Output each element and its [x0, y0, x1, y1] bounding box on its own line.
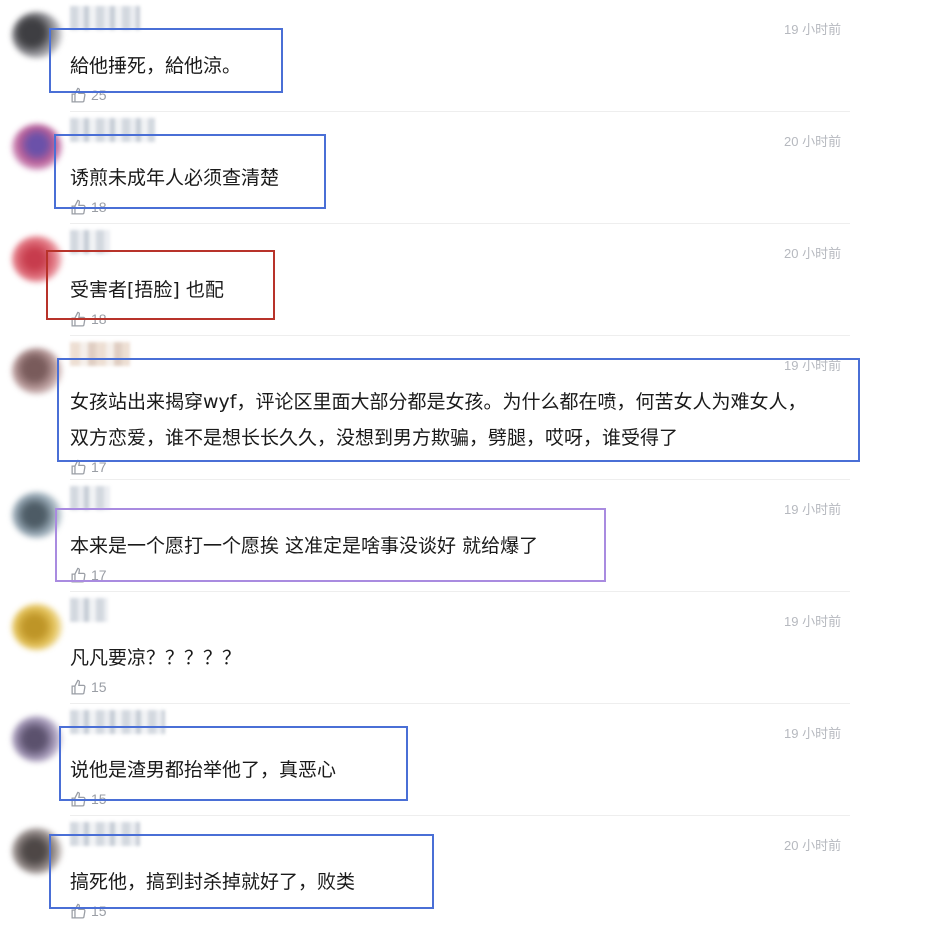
thumbs-up-icon	[71, 311, 86, 327]
avatar[interactable]	[12, 348, 62, 394]
comment-item: 20 小时前 受害者[捂脸] 也配 18	[0, 224, 925, 336]
comment-text: 凡凡要凉？？？？？	[70, 647, 242, 669]
username[interactable]	[70, 6, 140, 30]
comment-time: 20 小时前	[784, 246, 842, 261]
comment-text: 給他捶死，給他涼。	[70, 55, 242, 77]
avatar[interactable]	[12, 12, 62, 58]
thumbs-up-icon	[71, 567, 86, 583]
comment-time: 19 小时前	[784, 726, 842, 741]
thumbs-up-icon	[71, 199, 86, 215]
avatar[interactable]	[12, 236, 62, 282]
like-count: 25	[91, 87, 107, 103]
username[interactable]	[70, 598, 108, 622]
comment-text: 受害者[捂脸] 也配	[70, 279, 224, 301]
comment-item: 19 小时前 说他是渣男都抬举他了，真恶心 15	[0, 704, 925, 816]
thumbs-up-icon	[71, 679, 86, 695]
comment-text: 本来是一个愿打一个愿挨 这准定是啥事没谈好 就给爆了	[70, 535, 539, 557]
comment-time: 19 小时前	[784, 502, 842, 517]
like-button[interactable]: 17	[70, 458, 107, 476]
comment-time: 19 小时前	[784, 358, 842, 373]
comment-text: 说他是渣男都抬举他了，真恶心	[70, 759, 337, 781]
username[interactable]	[70, 118, 155, 142]
comment-text-line: 女孩站出来揭穿wyf，评论区里面大部分都是女孩。为什么都在喷，何苦女人为难女人，	[70, 391, 807, 413]
comment-item: 20 小时前 诱煎未成年人必须查清楚 18	[0, 112, 925, 224]
like-count: 18	[91, 311, 107, 327]
comment-item: 19 小时前 給他捶死，給他涼。 25	[0, 0, 925, 112]
like-count: 15	[91, 791, 107, 807]
thumbs-up-icon	[71, 791, 86, 807]
like-count: 17	[91, 567, 107, 583]
comment-item: 20 小时前 搞死他，搞到封杀掉就好了，败类 15	[0, 816, 925, 925]
avatar[interactable]	[12, 828, 62, 874]
comment-text: 诱煎未成年人必须查清楚	[70, 167, 280, 189]
comment-time: 19 小时前	[784, 614, 842, 629]
username[interactable]	[70, 486, 110, 510]
comment-text-line: 双方恋爱，谁不是想长长久久，没想到男方欺骗，劈腿，哎呀，谁受得了	[70, 427, 679, 449]
username[interactable]	[70, 342, 130, 366]
like-button[interactable]: 18	[70, 310, 107, 328]
like-button[interactable]: 25	[70, 86, 107, 104]
like-button[interactable]: 17	[70, 566, 107, 584]
thumbs-up-icon	[71, 87, 86, 103]
thumbs-up-icon	[71, 903, 86, 919]
avatar[interactable]	[12, 716, 62, 762]
comment-time: 20 小时前	[784, 838, 842, 853]
avatar[interactable]	[12, 492, 62, 538]
like-button[interactable]: 15	[70, 678, 107, 696]
like-count: 15	[91, 903, 107, 919]
like-count: 15	[91, 679, 107, 695]
comment-text: 女孩站出来揭穿wyf，评论区里面大部分都是女孩。为什么都在喷，何苦女人为难女人，…	[70, 384, 865, 456]
comment-time: 19 小时前	[784, 22, 842, 37]
like-count: 17	[91, 459, 107, 475]
username[interactable]	[70, 822, 140, 846]
comment-time: 20 小时前	[784, 134, 842, 149]
username[interactable]	[70, 230, 110, 254]
like-count: 18	[91, 199, 107, 215]
like-button[interactable]: 18	[70, 198, 107, 216]
comment-item: 19 小时前 凡凡要凉？？？？？ 15	[0, 592, 925, 704]
avatar[interactable]	[12, 604, 62, 650]
comment-text: 搞死他，搞到封杀掉就好了，败类	[70, 871, 356, 893]
comment-item: 19 小时前 女孩站出来揭穿wyf，评论区里面大部分都是女孩。为什么都在喷，何苦…	[0, 336, 925, 480]
comment-item: 19 小时前 本来是一个愿打一个愿挨 这准定是啥事没谈好 就给爆了 17	[0, 480, 925, 592]
avatar[interactable]	[12, 124, 62, 170]
like-button[interactable]: 15	[70, 902, 107, 920]
thumbs-up-icon	[71, 459, 86, 475]
like-button[interactable]: 15	[70, 790, 107, 808]
username[interactable]	[70, 710, 165, 734]
